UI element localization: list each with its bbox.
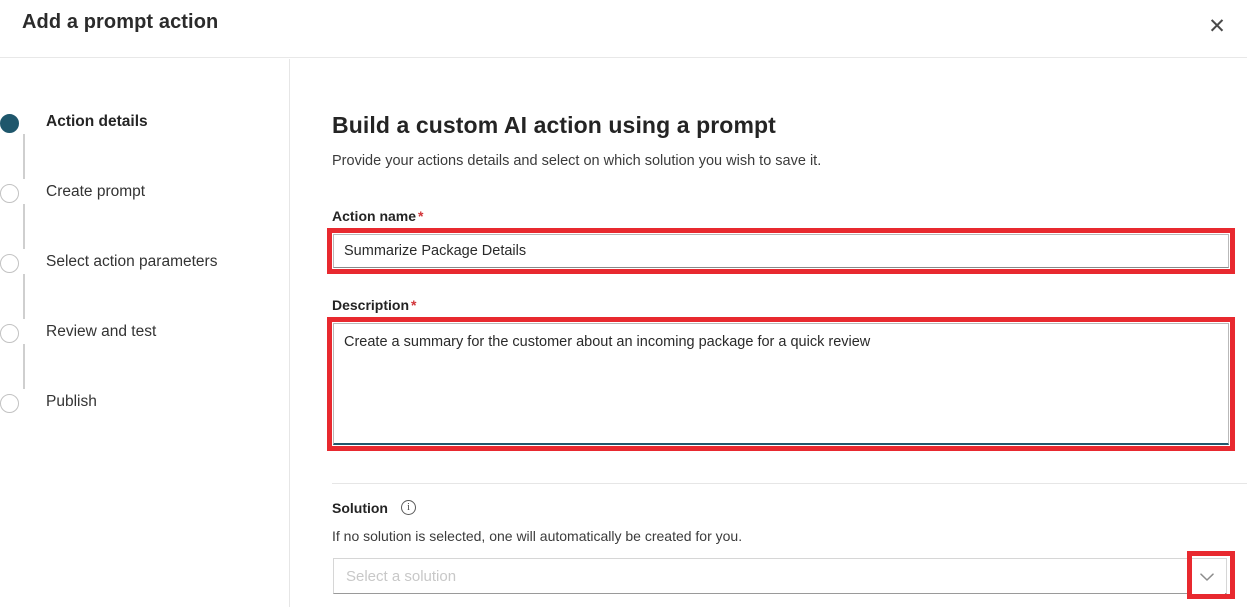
step-connector [23, 134, 25, 179]
step-connector [23, 344, 25, 389]
section-heading: Build a custom AI action using a prompt [332, 112, 776, 138]
chevron-down-icon [1200, 572, 1214, 581]
solution-helper-text: If no solution is selected, one will aut… [332, 528, 743, 544]
empty-circle-icon [0, 324, 19, 343]
empty-circle-icon [0, 254, 19, 273]
step-navigation-rail: Action details Create prompt Select acti… [0, 59, 290, 607]
info-icon[interactable]: i [401, 500, 416, 515]
close-button[interactable]: ✕ [1195, 6, 1239, 46]
sidebar-item-label: Review and test [46, 323, 157, 340]
action-name-input[interactable] [333, 234, 1229, 268]
page-title: Add a prompt action [22, 11, 219, 33]
step-connector [23, 204, 25, 249]
sidebar-item-label: Publish [46, 393, 97, 410]
required-asterisk: * [418, 208, 424, 224]
action-name-label: Action name * [332, 208, 424, 224]
sidebar-item-publish[interactable]: Publish [0, 393, 97, 464]
dialog-add-prompt-action: Add a prompt action ✕ Action details Cre… [0, 0, 1247, 607]
empty-circle-icon [0, 184, 19, 203]
main-content: Build a custom AI action using a prompt … [291, 59, 1247, 607]
description-textarea[interactable] [333, 323, 1229, 445]
description-label: Description * [332, 297, 417, 313]
sidebar-item-review-and-test[interactable]: Review and test [0, 323, 156, 394]
sidebar-item-label: Action details [46, 113, 148, 130]
filled-circle-icon [0, 114, 19, 133]
solution-input[interactable] [334, 559, 1226, 593]
sidebar-item-select-action-parameters[interactable]: Select action parameters [0, 253, 217, 324]
dialog-header: Add a prompt action ✕ [0, 0, 1247, 58]
sidebar-item-action-details[interactable]: Action details [0, 113, 148, 184]
sidebar-item-create-prompt[interactable]: Create prompt [0, 183, 145, 254]
solution-label: Solution [332, 500, 388, 516]
solution-dropdown[interactable] [333, 558, 1227, 594]
step-connector [23, 274, 25, 319]
required-asterisk: * [411, 297, 417, 313]
sidebar-item-label: Select action parameters [46, 253, 218, 270]
close-icon: ✕ [1208, 14, 1226, 38]
sidebar-item-label: Create prompt [46, 183, 146, 200]
empty-circle-icon [0, 394, 19, 413]
solution-dropdown-chevron[interactable] [1189, 560, 1225, 594]
section-divider [332, 483, 1247, 484]
section-subheading: Provide your actions details and select … [332, 153, 822, 169]
